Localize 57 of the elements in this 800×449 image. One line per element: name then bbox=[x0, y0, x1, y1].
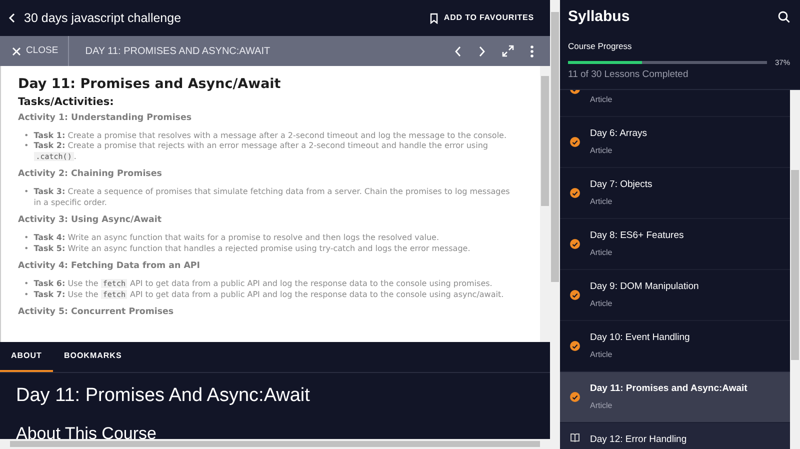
task-item: Task 3: Create a sequence of promises that simulate fetching data from a server. Chain the promises to log messages in a specific order. bbox=[34, 187, 511, 208]
lesson-title: Day 7: Objects bbox=[590, 178, 652, 192]
back-icon[interactable] bbox=[8, 13, 16, 23]
close-icon bbox=[12, 46, 21, 56]
bullet-mark: • bbox=[24, 244, 29, 254]
tab[interactable]: ABOUT bbox=[0, 342, 53, 372]
lesson-type: Article bbox=[590, 298, 614, 310]
activity-heading: Activity 3: Using Async/Await bbox=[18, 215, 162, 226]
bullet-mark: • bbox=[24, 279, 29, 290]
lesson-type: Article bbox=[590, 348, 614, 361]
bullet-mark: • bbox=[24, 233, 29, 244]
task-item: Task 1: Create a promise that resolves with a message after a 2-second timeout and log the message to the console. bbox=[34, 130, 507, 142]
lesson-item[interactable]: Article bbox=[560, 90, 790, 117]
lesson-title: Day 12: Error Handling bbox=[590, 433, 687, 447]
article-title: Day 11: Promises and Async/Await bbox=[18, 76, 282, 92]
course-title: 30 days javascript challenge bbox=[24, 10, 182, 27]
bookmark-icon bbox=[430, 12, 438, 24]
lesson-item[interactable]: Day 11: Promises and Async:Await Article bbox=[560, 372, 790, 423]
scrollbar[interactable] bbox=[790, 90, 800, 449]
lesson-type: Article bbox=[590, 196, 614, 208]
bullet-mark: • bbox=[24, 187, 29, 198]
scrollbar[interactable] bbox=[540, 66, 550, 342]
syllabus-title: Syllabus bbox=[568, 8, 630, 26]
bullet-mark: • bbox=[24, 290, 29, 300]
lesson-type: Article bbox=[590, 400, 614, 412]
add-to-favourites-button[interactable]: ADD TO FAVOURITES bbox=[430, 12, 534, 24]
bullet-mark: • bbox=[24, 141, 29, 152]
progress-label: Course Progress bbox=[568, 40, 633, 53]
lesson-title: Day 6: Arrays bbox=[590, 127, 648, 142]
lesson-item[interactable]: Day 12: Error Handling bbox=[560, 423, 790, 449]
lesson-heading: Day 11: Promises And Async:Await bbox=[16, 385, 311, 408]
task-item: Task 4: Write an async function that waits for a promise to resolve and then logs the resolved value. bbox=[34, 233, 439, 244]
previous-icon[interactable] bbox=[454, 46, 462, 56]
task-item: Task 5: Write an async function that handles a rejected promise using try-catch and logs the error message. bbox=[34, 244, 470, 254]
bullet-mark: • bbox=[24, 130, 29, 142]
lesson-title: Day 10: Event Handling bbox=[590, 331, 690, 346]
lesson-type: Article bbox=[590, 246, 614, 259]
lesson-title: Day 11: Promises and Async:Await bbox=[590, 382, 748, 396]
lesson-type: Article bbox=[590, 144, 614, 157]
lesson-type: Article bbox=[590, 94, 612, 106]
next-icon[interactable] bbox=[478, 46, 486, 56]
lesson-title: Day 9: DOM Manipulation bbox=[590, 280, 699, 294]
search-icon[interactable] bbox=[778, 11, 790, 23]
activity-heading: Activity 2: Chaining Promises bbox=[18, 169, 163, 180]
section-heading: About This Course bbox=[16, 424, 158, 439]
expand-icon[interactable] bbox=[502, 45, 514, 57]
lesson-title: Day 8: ES6+ Features bbox=[590, 229, 684, 244]
activity-heading: Activity 4: Fetching Data from an API bbox=[18, 261, 202, 272]
scrollbar[interactable] bbox=[550, 0, 560, 449]
horizontal-scrollbar[interactable] bbox=[0, 439, 550, 449]
activity-heading: Activity 1: Understanding Promises bbox=[18, 112, 193, 124]
activity-heading: Activity 5: Concurrent Promises bbox=[18, 307, 175, 318]
article-subtitle: Tasks/Activities: bbox=[18, 96, 115, 109]
progress-summary: 11 of 30 Lessons Completed bbox=[568, 68, 690, 82]
more-menu-icon[interactable] bbox=[530, 44, 534, 58]
tab[interactable]: BOOKMARKS bbox=[52, 342, 133, 372]
lesson-title: DAY 11: PROMISES AND ASYNC:AWAIT bbox=[85, 44, 270, 58]
